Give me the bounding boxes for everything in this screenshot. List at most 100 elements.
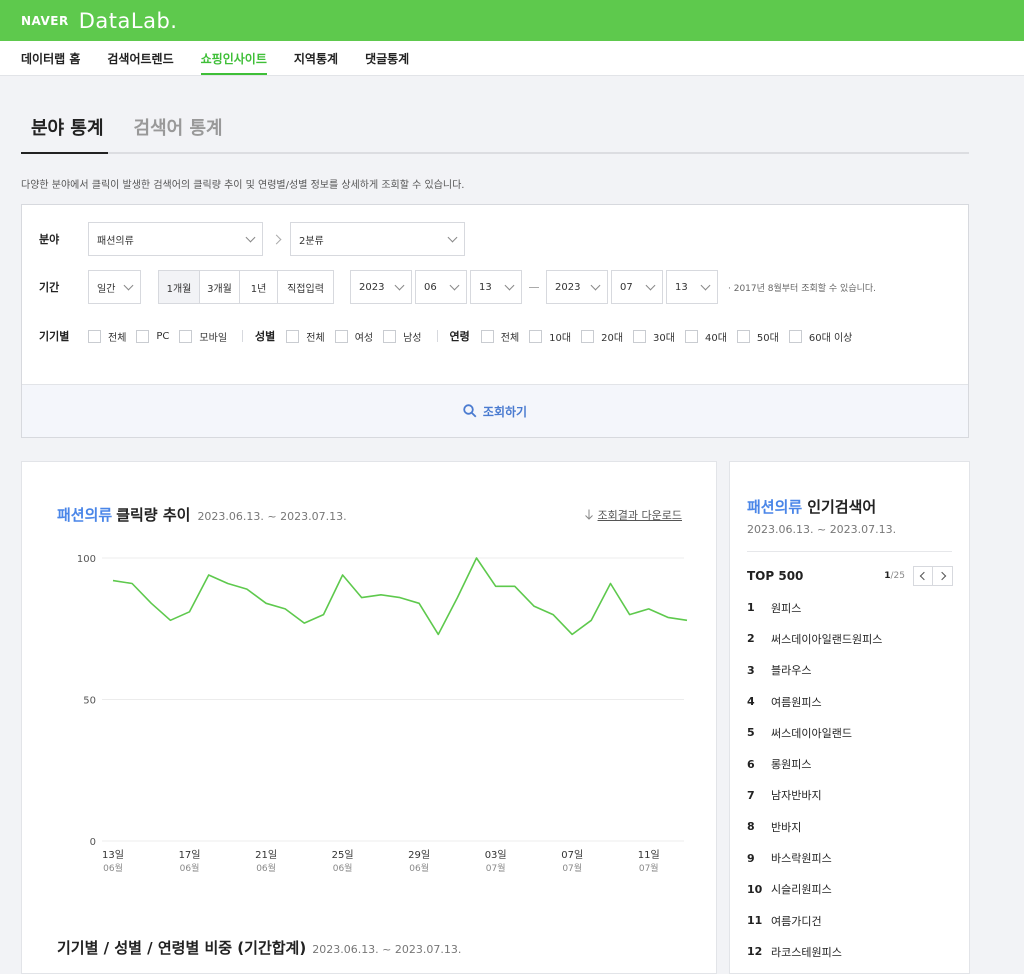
age-40s-checkbox[interactable]: 40대 [684, 329, 727, 344]
main-navigation: 데이터랩 홈 검색어트렌드 쇼핑인사이트 지역통계 댓글통계 [0, 41, 1024, 76]
device-all-checkbox[interactable]: 전체 [88, 329, 126, 344]
tab-category-stats[interactable]: 분야 통계 [21, 76, 108, 154]
x-tick-month: 06월 [103, 862, 123, 874]
age-20s-checkbox[interactable]: 20대 [581, 329, 623, 344]
rank-keyword: 써스데이아일랜드원피스 [771, 632, 883, 646]
list-item[interactable]: 3 블라우스 [747, 655, 882, 686]
x-tick-month: 06월 [180, 862, 200, 874]
device-label: 기기별 [39, 330, 70, 343]
gender-female-checkbox[interactable]: 여성 [334, 329, 374, 344]
age-60plus-checkbox[interactable]: 60대 이상 [788, 329, 853, 344]
end-day-select[interactable]: 13 [666, 270, 718, 304]
checkbox-label: 여성 [354, 332, 374, 344]
age-10s-checkbox[interactable]: 10대 [529, 329, 571, 344]
x-tick-month: 06월 [333, 862, 353, 874]
prev-page-button[interactable] [913, 566, 933, 586]
category2-select[interactable]: 2분류 [290, 222, 465, 256]
nav-datalab-home[interactable]: 데이터랩 홈 [21, 41, 80, 75]
chevron-right-icon [271, 234, 282, 244]
age-50s-checkbox[interactable]: 50대 [736, 329, 779, 344]
list-item[interactable]: 9 바스락원피스 [747, 842, 882, 873]
age-30s-checkbox[interactable]: 30대 [633, 329, 675, 344]
popular-keywords-title: 패션의류 인기검색어 [747, 496, 876, 517]
ratio-title: 기기별 / 성별 / 연령별 비중 (기간합계) [57, 939, 307, 957]
category1-select[interactable]: 패션의류 [88, 222, 263, 256]
page-description: 다양한 분야에서 클릭이 발생한 검색어의 클릭량 추이 및 연령별/성별 정보… [21, 180, 465, 191]
checkbox-label: 남성 [403, 332, 422, 344]
checkbox-label: 전체 [108, 332, 127, 344]
x-tick-day: 29일 [408, 849, 430, 861]
chevron-right-icon [937, 571, 946, 581]
start-month-select[interactable]: 06 [415, 270, 467, 304]
naver-logo[interactable]: NAVER [21, 14, 69, 28]
x-tick-day: 03일 [485, 849, 507, 861]
checkbox-box [480, 329, 494, 343]
gender-all-checkbox[interactable]: 전체 [286, 329, 325, 344]
nav-shopping-insight[interactable]: 쇼핑인사이트 [200, 41, 268, 75]
y-tick-label: 0 [90, 837, 96, 848]
list-item[interactable]: 10 시슬리원피스 [747, 874, 882, 905]
chevron-down-icon [447, 232, 458, 242]
divider [747, 551, 952, 552]
range-3month-button[interactable]: 3개월 [200, 271, 240, 303]
checkbox-label: 30대 [653, 332, 675, 344]
rank-keyword: 롱원피스 [771, 758, 812, 772]
rank-number: 6 [747, 757, 755, 771]
rank-title-text: 인기검색어 [807, 498, 877, 516]
datalab-logo[interactable]: DataLab. [79, 9, 178, 33]
age-all-checkbox[interactable]: 전체 [480, 329, 519, 344]
chart-category: 패션의류 [57, 506, 113, 524]
start-month-value: 06 [424, 281, 437, 293]
list-item[interactable]: 8 반바지 [747, 811, 882, 842]
list-item[interactable]: 11 여름가디건 [747, 905, 882, 936]
next-page-button[interactable] [933, 566, 953, 586]
device-mobile-checkbox[interactable]: 모바일 [179, 329, 227, 344]
period-unit-value: 일간 [97, 283, 116, 295]
list-item[interactable]: 2 써스데이아일랜드원피스 [747, 623, 882, 654]
y-tick-label: 50 [83, 696, 96, 707]
checkbox-box [334, 329, 348, 343]
rank-pagination: 1/25 [884, 566, 953, 586]
checkbox-label: 60대 이상 [808, 332, 853, 344]
filter-row-period: 기간 일간 1개월 3개월 1년 직접입력 2023 06 13 2023 07… [22, 270, 968, 304]
click-trend-chart: 10050013일06월17일06월21일06월25일06월29일06월03일0… [77, 554, 688, 874]
checkbox-box [383, 329, 397, 343]
nav-search-trend[interactable]: 검색어트렌드 [107, 41, 173, 75]
rank-category: 패션의류 [747, 498, 803, 516]
end-month-select[interactable]: 07 [611, 270, 663, 304]
rank-number: 10 [747, 882, 763, 896]
nav-region-stats[interactable]: 지역통계 [294, 41, 338, 75]
period-unit-select[interactable]: 일간 [88, 270, 141, 304]
tab-keyword-stats[interactable]: 검색어 통계 [134, 76, 223, 152]
end-month-value: 07 [620, 281, 633, 293]
gender-male-checkbox[interactable]: 남성 [383, 329, 422, 344]
rank-number: 9 [747, 851, 755, 865]
divider [436, 330, 438, 342]
list-item[interactable]: 12 라코스테원피스 [747, 936, 882, 967]
chart-date-range: 2023.06.13. ~ 2023.07.13. [197, 510, 347, 523]
list-item[interactable]: 1 원피스 [747, 592, 882, 623]
chevron-down-icon [394, 280, 405, 290]
device-options: 전체 PC 모바일 [88, 329, 237, 344]
checkbox-box [286, 329, 300, 343]
checkbox-label: 10대 [549, 332, 572, 344]
search-button[interactable]: 조회하기 [22, 384, 968, 437]
device-pc-checkbox[interactable]: PC [136, 329, 169, 343]
x-tick-day: 21일 [255, 849, 277, 861]
list-item[interactable]: 6 롱원피스 [747, 748, 882, 779]
start-year-select[interactable]: 2023 [350, 270, 412, 304]
end-year-select[interactable]: 2023 [546, 270, 608, 304]
start-day-select[interactable]: 13 [470, 270, 522, 304]
list-item[interactable]: 4 여름원피스 [747, 686, 882, 717]
download-results-link[interactable]: 조회결과 다운로드 [584, 507, 682, 523]
nav-comment-stats[interactable]: 댓글통계 [365, 41, 409, 75]
download-label: 조회결과 다운로드 [597, 509, 682, 522]
range-custom-button[interactable]: 직접입력 [278, 271, 333, 303]
range-1year-button[interactable]: 1년 [240, 271, 278, 303]
list-item[interactable]: 7 남자반바지 [747, 780, 882, 811]
range-1month-button[interactable]: 1개월 [159, 271, 200, 303]
list-item[interactable]: 5 써스데이아일랜드 [747, 717, 882, 748]
search-icon [463, 404, 477, 418]
checkbox-label: 전체 [306, 332, 325, 344]
filter-row-demographics: 기기별 전체 PC 모바일 성별 전체 여성 남성 연령 전체 10대 20대 … [22, 328, 968, 344]
